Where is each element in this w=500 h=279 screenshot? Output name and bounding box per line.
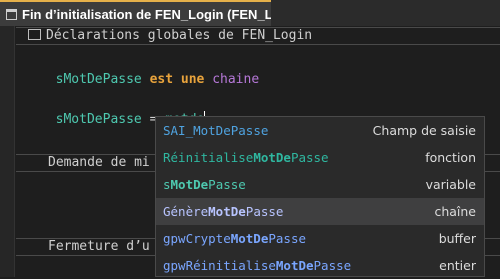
autocomplete-popup: SAI_MotDePasse Champ de saisie Réinitialis…	[155, 116, 485, 277]
autocomplete-item[interactable]: RéinitialiseMotDePasse fonction	[156, 144, 484, 171]
autocomplete-item-name: GénèreMotDePasse	[163, 204, 283, 219]
autocomplete-item-type: buffer	[438, 231, 476, 246]
autocomplete-item-type: variable	[425, 177, 476, 192]
editor-tab[interactable]: Fin d’initialisation de FEN_Login (FEN_L…	[0, 0, 271, 26]
variable-token: sMotDePasse	[55, 72, 142, 87]
autocomplete-item[interactable]: gpwCrypteMotDePasse buffer	[156, 225, 484, 252]
autocomplete-item-type: Champ de saisie	[372, 123, 476, 138]
name-segment: MotDePasse	[193, 123, 269, 138]
name-segment: gpwCrypte	[163, 231, 231, 246]
keyword-token: est une	[149, 72, 205, 87]
autocomplete-item-name: RéinitialiseMotDePasse	[163, 150, 329, 165]
match-highlight: MotDe	[275, 258, 314, 273]
variable-token: sMotDePasse	[55, 112, 142, 127]
name-segment: Passe	[208, 177, 246, 192]
autocomplete-item-name: gpwRéinitialiseMotDePasse	[163, 258, 351, 273]
autocomplete-item-type: chaîne	[434, 204, 476, 219]
name-segment: Génère	[163, 204, 209, 219]
name-segment: gpwRéinitialise	[163, 258, 276, 273]
window-icon	[6, 8, 17, 20]
type-token: chaine	[212, 72, 260, 87]
name-segment: Réinitialise	[163, 150, 254, 165]
name-segment: Passe	[245, 204, 284, 219]
match-highlight: MotDe	[170, 177, 209, 192]
autocomplete-item[interactable]: SAI_MotDePasse Champ de saisie	[156, 117, 484, 144]
editor-gutter	[0, 26, 15, 277]
window-icon	[28, 29, 41, 40]
autocomplete-item[interactable]: sMotDePasse variable	[156, 171, 484, 198]
autocomplete-item-name: gpwCrypteMotDePasse	[163, 231, 306, 246]
autocomplete-item-type: fonction	[425, 150, 476, 165]
name-segment: Passe	[313, 258, 352, 273]
section-header-declarations[interactable]: Déclarations globales de FEN_Login	[16, 27, 500, 45]
code-line-declaration[interactable]: sMotDePasse est une chaine	[40, 53, 260, 89]
name-segment: s	[163, 177, 171, 192]
autocomplete-item-name: sMotDePasse	[163, 177, 246, 192]
section-title-demande: Demande de mi	[48, 155, 150, 170]
autocomplete-item[interactable]: GénèreMotDePasse chaîne	[156, 198, 484, 225]
autocomplete-item[interactable]: gpwRéinitialiseMotDePasse entier	[156, 252, 484, 279]
section-title-declarations: Déclarations globales de FEN_Login	[46, 28, 313, 43]
tab-title: Fin d’initialisation de FEN_Login (FEN_L…	[22, 6, 271, 22]
name-segment: SAI_	[163, 123, 194, 138]
match-highlight: MotDe	[208, 204, 246, 219]
name-segment: Passe	[290, 150, 329, 165]
autocomplete-item-name: SAI_MotDePasse	[163, 123, 268, 138]
match-highlight: MotDe	[230, 231, 269, 246]
autocomplete-item-type: entier	[439, 258, 476, 273]
match-highlight: MotDe	[253, 150, 291, 165]
section-title-fermeture: Fermeture d’u	[48, 239, 150, 254]
tab-bar: Fin d’initialisation de FEN_Login (FEN_L…	[0, 0, 500, 26]
name-segment: Passe	[268, 231, 307, 246]
